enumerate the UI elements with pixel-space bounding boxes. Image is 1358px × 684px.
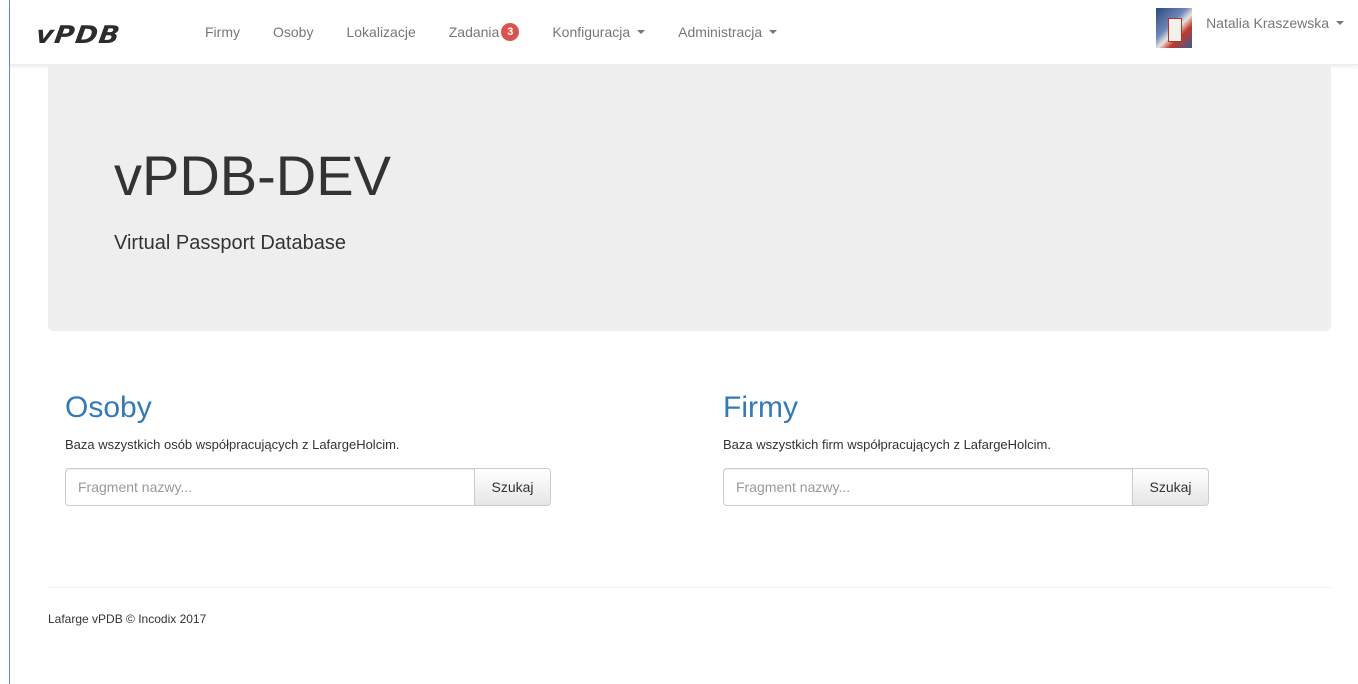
left-edge-rule <box>9 0 10 684</box>
osoby-section: Osoby Baza wszystkich osób współpracując… <box>65 388 551 506</box>
nav-link-label: Konfiguracja <box>552 24 631 40</box>
osoby-search-input[interactable] <box>65 468 474 506</box>
footer-copyright: Lafarge vPDB © Incodix 2017 <box>48 612 207 626</box>
brand-logo[interactable]: vPDB <box>34 22 122 50</box>
osoby-search-group: Szukaj <box>65 468 551 506</box>
firmy-section: Firmy Baza wszystkich firm współpracując… <box>723 388 1209 506</box>
nav-link-osoby[interactable]: Osoby <box>273 24 313 40</box>
firmy-description: Baza wszystkich firm współpracujących z … <box>723 437 1051 452</box>
page-subtitle: Virtual Passport Database <box>114 232 346 254</box>
footer-divider <box>48 587 1331 588</box>
user-name: Natalia Kraszewska <box>1206 15 1329 31</box>
top-navbar: vPDB Firmy Osoby Lokalizacje Zadania 3 K… <box>10 0 1358 65</box>
nav-links: Firmy Osoby Lokalizacje Zadania 3 Konfig… <box>205 0 810 64</box>
nav-link-firmy[interactable]: Firmy <box>205 24 240 40</box>
osoby-heading: Osoby <box>65 391 152 424</box>
nav-link-label: Zadania <box>448 24 500 40</box>
firmy-heading: Firmy <box>723 391 798 424</box>
firmy-search-button[interactable]: Szukaj <box>1132 468 1209 506</box>
nav-link-label: Administracja <box>678 24 763 40</box>
tasks-count-badge: 3 <box>501 23 520 41</box>
nav-link-label: Lokalizacje <box>346 24 416 40</box>
nav-dropdown-administracja[interactable]: Administracja <box>678 24 778 40</box>
nav-link-label: Firmy <box>205 24 240 40</box>
firmy-search-input[interactable] <box>723 468 1132 506</box>
nav-dropdown-konfiguracja[interactable]: Konfiguracja <box>552 24 646 40</box>
caret-down-icon <box>637 30 646 34</box>
nav-link-lokalizacje[interactable]: Lokalizacje <box>346 24 415 40</box>
nav-link-zadania[interactable]: Zadania 3 <box>449 23 520 41</box>
osoby-description: Baza wszystkich osób współpracujących z … <box>65 437 400 452</box>
user-dropdown[interactable]: Natalia Kraszewska <box>1206 15 1344 31</box>
firmy-search-group: Szukaj <box>723 468 1209 506</box>
nav-link-label: Osoby <box>273 24 314 40</box>
page-title: vPDB-DEV <box>114 144 391 207</box>
jumbotron: vPDB-DEV Virtual Passport Database <box>48 64 1331 331</box>
user-menu: Natalia Kraszewska <box>1156 0 1344 64</box>
osoby-search-button[interactable]: Szukaj <box>474 468 551 506</box>
caret-down-icon <box>769 30 778 34</box>
user-avatar[interactable] <box>1156 8 1193 48</box>
caret-down-icon <box>1336 21 1344 25</box>
